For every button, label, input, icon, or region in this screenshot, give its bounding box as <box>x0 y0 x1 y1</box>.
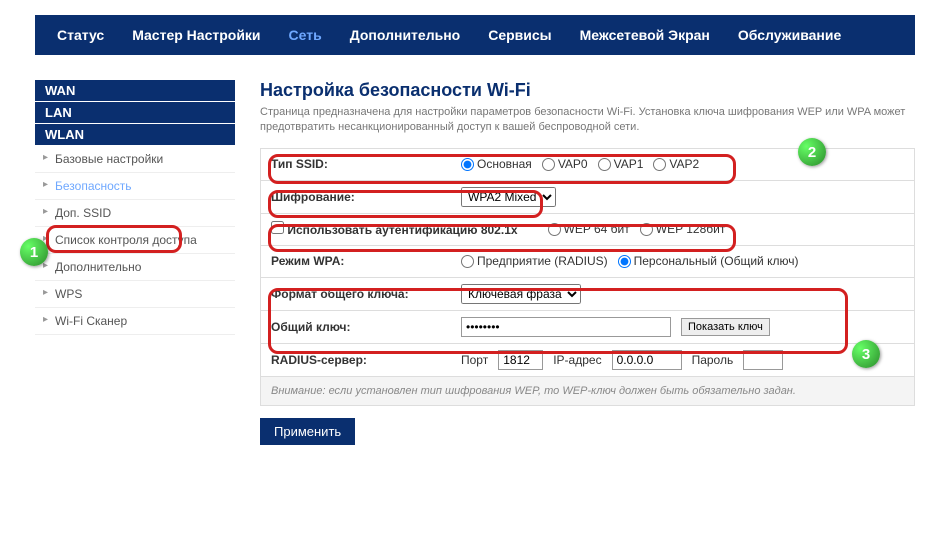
nav-network[interactable]: Сеть <box>275 17 336 53</box>
nav-wizard[interactable]: Мастер Настройки <box>118 17 274 53</box>
sidebar-item-scanner[interactable]: Wi-Fi Сканер <box>35 308 235 335</box>
nav-firewall[interactable]: Межсетевой Экран <box>566 17 724 53</box>
radius-port-label: Порт <box>461 353 488 367</box>
nav-advanced[interactable]: Дополнительно <box>336 17 474 53</box>
sidebar-head-wlan[interactable]: WLAN <box>35 124 235 145</box>
radius-pwd-label: Пароль <box>692 353 734 367</box>
radius-ip-input[interactable] <box>612 350 682 370</box>
ssid-type-label: Тип SSID: <box>271 157 461 171</box>
nav-services[interactable]: Сервисы <box>474 17 565 53</box>
wep64-option[interactable]: WEP 64 бит <box>548 222 630 236</box>
show-key-button[interactable]: Показать ключ <box>681 318 770 336</box>
ssid-option-main[interactable]: Основная <box>461 157 532 171</box>
wep-note: Внимание: если установлен тип шифрования… <box>261 377 914 405</box>
sidebar: WAN LAN WLAN Базовые настройки Безопасно… <box>35 80 235 445</box>
wep128-radio[interactable] <box>640 223 653 236</box>
page-desc: Страница предназначена для настройки пар… <box>260 105 915 136</box>
ssid-radio-main[interactable] <box>461 158 474 171</box>
radius-label: RADIUS-сервер: <box>271 353 461 367</box>
key-label: Общий ключ: <box>271 320 461 334</box>
top-nav: Статус Мастер Настройки Сеть Дополнитель… <box>35 15 915 55</box>
sidebar-item-adv[interactable]: Дополнительно <box>35 254 235 281</box>
ssid-option-vap1[interactable]: VAP1 <box>598 157 644 171</box>
radius-port-input[interactable] <box>498 350 543 370</box>
ssid-radio-vap1[interactable] <box>598 158 611 171</box>
apply-button[interactable]: Применить <box>260 418 355 445</box>
wpa-enterprise-radio[interactable] <box>461 255 474 268</box>
sidebar-head-wan[interactable]: WAN <box>35 80 235 101</box>
sidebar-item-acl[interactable]: Список контроля доступа <box>35 227 235 254</box>
wep64-radio[interactable] <box>548 223 561 236</box>
encryption-select[interactable]: WPA2 Mixed <box>461 187 556 207</box>
nav-status[interactable]: Статус <box>43 17 118 53</box>
ssid-option-vap0[interactable]: VAP0 <box>542 157 588 171</box>
sidebar-head-lan[interactable]: LAN <box>35 102 235 123</box>
sidebar-item-wps[interactable]: WPS <box>35 281 235 308</box>
ssid-radio-vap2[interactable] <box>653 158 666 171</box>
sidebar-item-security[interactable]: Безопасность <box>35 173 235 200</box>
encryption-label: Шифрование: <box>271 190 461 204</box>
sidebar-item-ssid[interactable]: Доп. SSID <box>35 200 235 227</box>
auth8021x-checkbox[interactable] <box>271 221 284 234</box>
sidebar-item-basic[interactable]: Базовые настройки <box>35 146 235 173</box>
wep128-option[interactable]: WEP 128бит <box>640 222 726 236</box>
auth8021x-option[interactable]: Использовать аутентификацию 802.1x <box>271 223 518 237</box>
nav-maintenance[interactable]: Обслуживание <box>724 17 855 53</box>
ssid-option-vap2[interactable]: VAP2 <box>653 157 699 171</box>
ssid-radio-vap0[interactable] <box>542 158 555 171</box>
wpa-enterprise-option[interactable]: Предприятие (RADIUS) <box>461 254 608 268</box>
page-title: Настройка безопасности Wi-Fi <box>260 80 915 101</box>
key-input[interactable] <box>461 317 671 337</box>
radius-pwd-input[interactable] <box>743 350 783 370</box>
main-panel: Настройка безопасности Wi-Fi Страница пр… <box>235 80 915 445</box>
key-format-label: Формат общего ключа: <box>271 287 461 301</box>
wpa-mode-label: Режим WPA: <box>271 254 461 268</box>
wpa-personal-radio[interactable] <box>618 255 631 268</box>
wpa-personal-option[interactable]: Персональный (Общий ключ) <box>618 254 799 268</box>
radius-ip-label: IP-адрес <box>553 353 601 367</box>
form: Тип SSID: Основная VAP0 VAP1 VAP2 Шифров… <box>260 148 915 406</box>
key-format-select[interactable]: Ключевая фраза <box>461 284 581 304</box>
